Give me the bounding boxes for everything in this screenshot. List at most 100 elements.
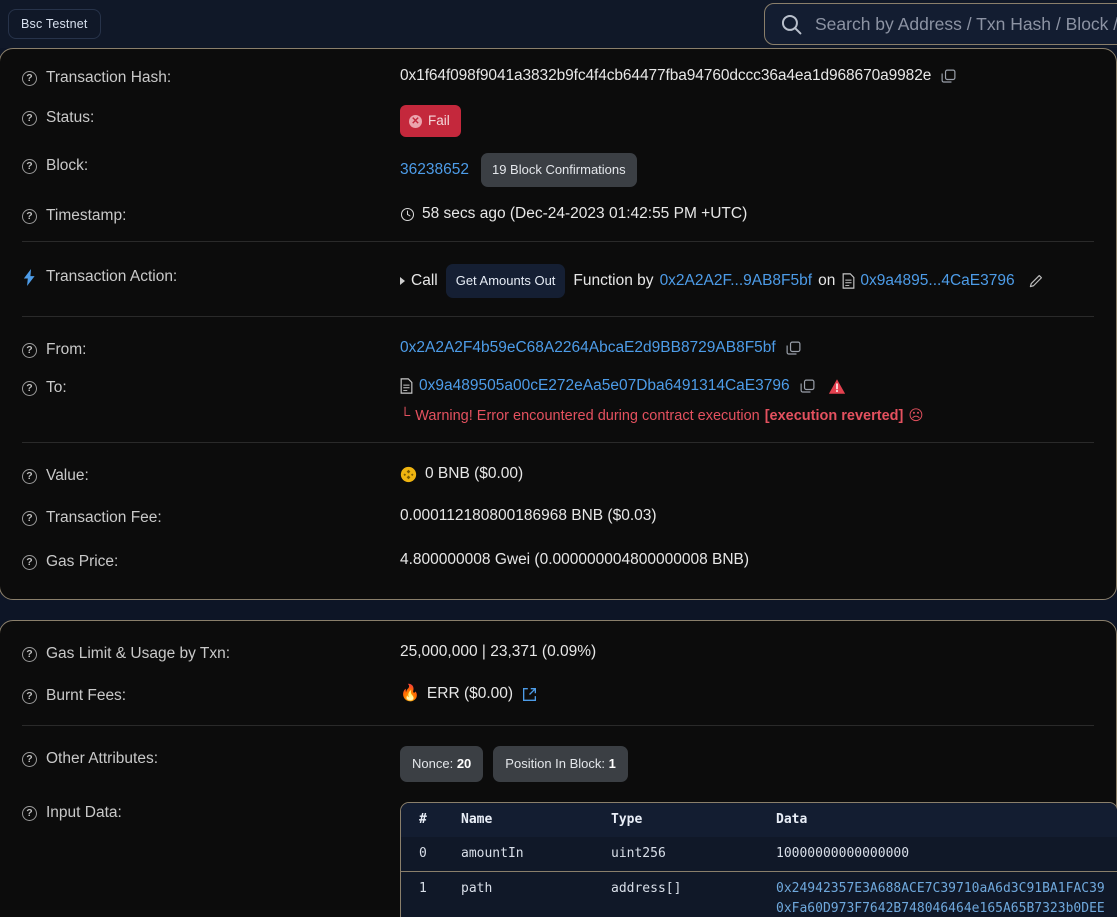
network-badge[interactable]: Bsc Testnet <box>8 9 101 39</box>
to-warning-text: Warning! Error encountered during contra… <box>415 408 760 424</box>
row-transaction-fee: ? Transaction Fee: 0.000112180800186968 … <box>0 487 1116 531</box>
block-confirmations-badge: 19 Block Confirmations <box>480 153 637 187</box>
gas-price-value-group: 4.800000008 Gwei (0.000000004800000008 B… <box>400 549 1094 571</box>
warning-triangle-icon <box>828 378 845 394</box>
timestamp-label-group: ? Timestamp: <box>22 203 400 227</box>
copy-icon[interactable] <box>785 340 802 357</box>
row-status: ? Status: ✕ Fail <box>0 93 1116 137</box>
row-other-attributes: ? Other Attributes: Nonce: 20 Position I… <box>0 726 1116 782</box>
value-label: Value: <box>46 467 89 484</box>
row-value: ? Value: 0 BNB ($0.00) <box>0 443 1116 487</box>
block-label: Block: <box>46 157 89 174</box>
table-row: 1 path address[] 0x24942357E3A688ACE7C39… <box>401 871 1117 917</box>
cell-data: 10000000000000000 <box>776 846 910 861</box>
search-bar[interactable]: Search by Address / Txn Hash / Block / T… <box>764 3 1117 45</box>
position-key: Position In Block: <box>505 756 606 771</box>
other-attributes-value-group: Nonce: 20 Position In Block: 1 <box>400 746 1094 782</box>
gas-price-label: Gas Price: <box>46 553 119 570</box>
action-function-badge: Get Amounts Out <box>445 264 566 298</box>
gas-limit-value: 25,000,000 | 23,371 (0.09%) <box>400 643 597 660</box>
table-header-row: # Name Type Data <box>401 803 1117 837</box>
to-warning-reason: [execution reverted] <box>764 408 904 424</box>
to-value-group: 0x9a489505a00cE272eAa5e07Dba6491314CaE37… <box>400 375 1094 426</box>
action-on-text: on <box>818 272 836 289</box>
fail-icon: ✕ <box>409 114 422 128</box>
status-badge-label: Fail <box>428 113 450 128</box>
timestamp-value: 58 secs ago (Dec-24-2023 01:42:55 PM +UT… <box>422 205 748 222</box>
to-label-group: ? To: <box>22 375 400 399</box>
lightning-bolt-icon <box>23 268 35 286</box>
to-address-line: 0x9a489505a00cE272eAa5e07Dba6491314CaE37… <box>400 375 1094 397</box>
from-address-link[interactable]: 0x2A2A2F4b59eC68A2264AbcaE2d9BB8729AB8F5… <box>400 337 776 359</box>
help-icon[interactable]: ? <box>22 468 37 484</box>
help-icon[interactable]: ? <box>22 380 37 396</box>
transaction-hash-label: Transaction Hash: <box>46 69 172 86</box>
help-icon[interactable]: ? <box>22 646 37 662</box>
transaction-fee-value: 0.000112180800186968 BNB ($0.03) <box>400 507 657 524</box>
cell-name: amountIn <box>461 846 524 861</box>
copy-icon[interactable] <box>940 68 957 85</box>
position-value: 1 <box>608 756 616 771</box>
help-icon[interactable]: ? <box>22 70 37 86</box>
position-in-block-badge: Position In Block: 1 <box>493 746 628 782</box>
status-value-group: ✕ Fail <box>400 105 1094 137</box>
action-from-address-link[interactable]: 0x2A2A2F...9AB8F5bf <box>660 270 813 292</box>
cell-type: uint256 <box>611 846 666 861</box>
from-label-group: ? From: <box>22 337 400 361</box>
burnt-fees-label-group: ? Burnt Fees: <box>22 683 400 707</box>
block-value-group: 36238652 19 Block Confirmations <box>400 153 1094 187</box>
search-icon <box>781 14 802 34</box>
transaction-action-label: Transaction Action: <box>46 268 178 285</box>
status-badge: ✕ Fail <box>400 105 461 137</box>
status-label-group: ? Status: <box>22 105 400 129</box>
cell-type: address[] <box>611 881 682 896</box>
input-data-table: # Name Type Data 0 amountIn uint256 1000… <box>400 802 1117 917</box>
contract-document-icon <box>842 273 855 289</box>
to-address-link[interactable]: 0x9a489505a00cE272eAa5e07Dba6491314CaE37… <box>419 375 790 397</box>
help-icon[interactable]: ? <box>22 110 37 126</box>
search-input-placeholder[interactable]: Search by Address / Txn Hash / Block / T… <box>815 14 1117 35</box>
top-navigation-bar: Bsc Testnet Search by Address / Txn Hash… <box>0 0 1117 48</box>
transaction-hash-value-group: 0x1f64f098f9041a3832b9fc4f4cb64477fba947… <box>400 65 1094 87</box>
row-gas-limit: ? Gas Limit & Usage by Txn: 25,000,000 |… <box>0 621 1116 665</box>
path-address-1: 0x24942357E3A688ACE7C39710aA6d3C91BA1FAC… <box>776 881 1105 896</box>
action-call-text: Call <box>411 272 438 289</box>
transaction-hash-value: 0x1f64f098f9041a3832b9fc4f4cb64477fba947… <box>400 67 932 84</box>
help-icon[interactable]: ? <box>22 158 37 174</box>
copy-icon[interactable] <box>799 378 816 395</box>
table-body: 0 amountIn uint256 10000000000000000 1 p… <box>401 837 1117 917</box>
gas-limit-label: Gas Limit & Usage by Txn: <box>46 645 231 662</box>
row-block: ? Block: 36238652 19 Block Confirmations <box>0 137 1116 187</box>
transaction-fee-label: Transaction Fee: <box>46 509 162 526</box>
help-icon[interactable]: ? <box>22 751 37 767</box>
row-to: ? To: 0x9a489505a00cE272eAa5e07Dba649131… <box>0 361 1116 442</box>
other-attributes-label: Other Attributes: <box>46 750 158 767</box>
help-icon[interactable]: ? <box>22 342 37 358</box>
value-value-group: 0 BNB ($0.00) <box>400 463 1094 485</box>
help-icon[interactable]: ? <box>22 510 37 526</box>
row-timestamp: ? Timestamp: 58 secs ago (Dec-24-2023 01… <box>0 187 1116 241</box>
to-warning-line: └ Warning! Error encountered during cont… <box>400 406 1094 426</box>
to-label: To: <box>46 379 67 396</box>
expand-caret-icon[interactable] <box>400 277 405 285</box>
help-icon[interactable]: ? <box>22 554 37 570</box>
help-icon[interactable]: ? <box>22 805 37 821</box>
burnt-fees-value-group: 🔥 ERR ($0.00) <box>400 683 1094 705</box>
value-amount: 0 BNB ($0.00) <box>425 465 524 482</box>
cell-data-addresses: 0x24942357E3A688ACE7C39710aA6d3C91BA1FAC… <box>776 879 1117 917</box>
edit-pencil-icon[interactable] <box>1027 273 1044 290</box>
block-number-link[interactable]: 36238652 <box>400 159 469 181</box>
transaction-action-value-group: Call Get Amounts Out Function by 0x2A2A2… <box>400 264 1094 298</box>
row-burnt-fees: ? Burnt Fees: 🔥 ERR ($0.00) <box>0 665 1116 725</box>
help-icon[interactable]: ? <box>22 208 37 224</box>
path-address-2: 0xFa60D973F7642B748046464e165A65B7323b0D… <box>776 901 1105 916</box>
help-icon[interactable]: ? <box>22 688 37 704</box>
fire-icon: 🔥 <box>400 685 420 702</box>
warning-corner-glyph: └ <box>400 408 411 424</box>
header-index: # <box>419 812 427 827</box>
external-link-icon[interactable] <box>522 687 537 702</box>
row-transaction-action: Transaction Action: Call Get Amounts Out… <box>0 242 1116 316</box>
gas-price-label-group: ? Gas Price: <box>22 549 400 573</box>
action-contract-address-link[interactable]: 0x9a4895...4CaE3796 <box>860 270 1014 292</box>
from-label: From: <box>46 341 87 358</box>
